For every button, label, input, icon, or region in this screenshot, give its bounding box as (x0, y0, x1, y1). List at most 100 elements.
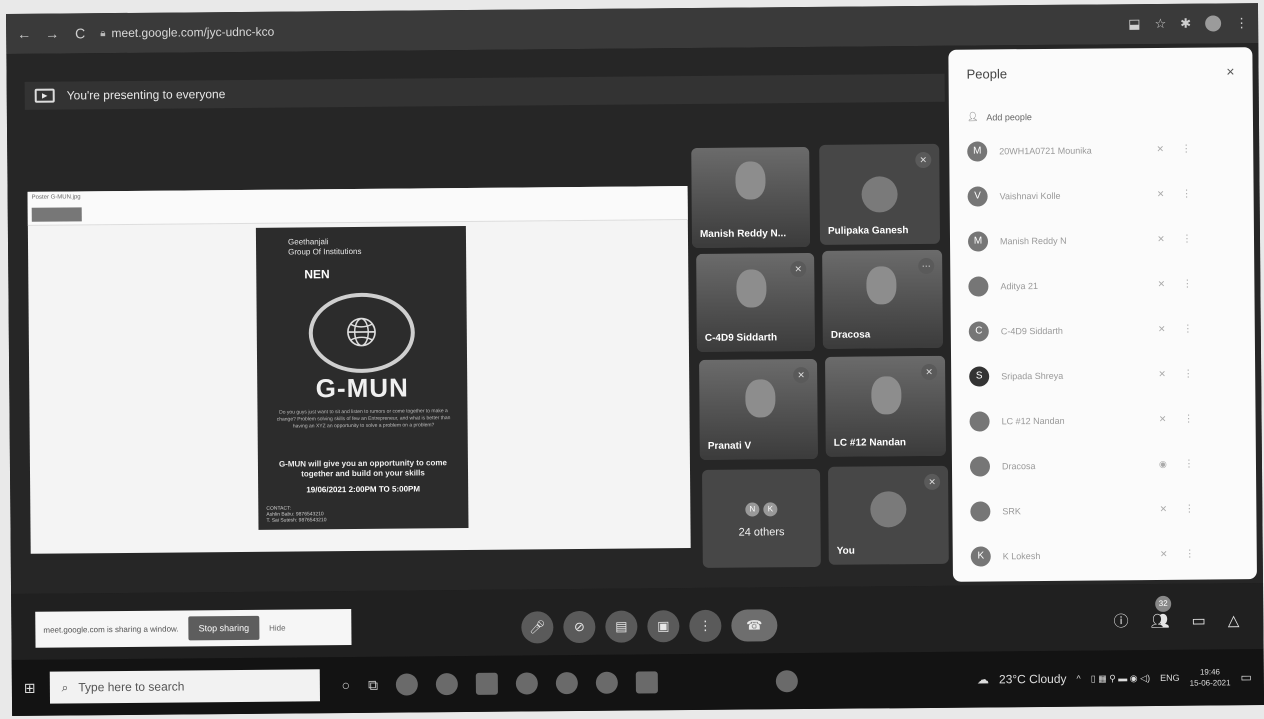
forward-button[interactable]: → (44, 26, 60, 42)
clock[interactable]: 19:46 15-06-2021 (1189, 666, 1231, 688)
more-options-icon[interactable]: ⋮ (1181, 144, 1191, 155)
participant-tile[interactable]: ✕ LC #12 Nandan (825, 355, 946, 457)
person-name: 20WH1A0721 Mounika (999, 145, 1092, 156)
cortana-icon[interactable]: ○ (342, 677, 351, 693)
mic-muted-icon: ✕ (921, 363, 938, 381)
cloud-icon: ☁︎ (976, 672, 990, 687)
avatar: C (968, 320, 989, 342)
clock-date: 15-06-2021 (1189, 678, 1231, 688)
back-button[interactable]: ← (16, 26, 32, 42)
app-icon[interactable] (595, 671, 619, 694)
weather-text[interactable]: 23°C Cloudy (999, 672, 1067, 687)
cast-icon[interactable]: ⬓ (1128, 16, 1140, 32)
list-item[interactable]: M 20WH1A0721 Mounika ✕ ⋮ (967, 126, 1235, 173)
taskbar-apps: ○ ⧉ (342, 670, 799, 696)
more-options-icon[interactable]: ⋮ (1183, 369, 1193, 380)
sharing-text: meet.google.com is sharing a window. (43, 624, 179, 635)
url-text: meet.google.com/jyc-udnc-kco (111, 24, 275, 41)
avatar (969, 455, 991, 477)
bookmark-star-icon[interactable]: ☆ (1154, 16, 1166, 32)
list-item[interactable]: Dracosa ◉ ⋮ (969, 441, 1238, 488)
list-item[interactable]: Aditya 21 ✕ ⋮ (968, 261, 1236, 308)
participant-tile[interactable]: ⋯ Dracosa (822, 249, 943, 349)
reload-button[interactable]: C (72, 25, 88, 41)
person-name: C-4D9 Siddarth (1000, 325, 1063, 336)
mic-toggle-button[interactable]: 🎤︎ (521, 611, 554, 644)
address-bar[interactable]: 🔒︎ meet.google.com/jyc-udnc-kco (100, 25, 274, 41)
info-icon[interactable]: ⓘ (1113, 610, 1128, 631)
person-name: K Lokesh (1002, 550, 1041, 561)
list-item[interactable]: M Manish Reddy N ✕ ⋮ (967, 216, 1236, 263)
person-name: LC #12 Nandan (1001, 415, 1065, 426)
more-options-icon[interactable]: ⋮ (1184, 459, 1194, 470)
poster-contact: CONTACT: Ashlin Babu: 9876543210 T. Sai … (266, 505, 327, 524)
stop-sharing-button[interactable]: Stop sharing (188, 615, 260, 641)
captions-button[interactable]: ▤ (605, 610, 638, 643)
more-options-icon[interactable]: ⋮ (1183, 324, 1193, 335)
app-icon[interactable] (435, 673, 459, 696)
mic-muted-icon: ✕ (1158, 368, 1166, 379)
tray-chevron-icon[interactable]: ^ (1076, 674, 1080, 684)
list-item[interactable]: LC #12 Nandan ✕ ⋮ (969, 396, 1237, 443)
mic-muted-icon: ✕ (915, 151, 932, 169)
list-item[interactable]: V Vaishnavi Kolle ✕ ⋮ (967, 171, 1235, 218)
more-options-button[interactable]: ⋮ (689, 609, 722, 643)
add-people-label: Add people (986, 111, 1032, 122)
person-name: Vaishnavi Kolle (999, 190, 1061, 201)
chrome-app-icon[interactable] (395, 673, 419, 696)
self-tile[interactable]: ✕ You (827, 465, 949, 565)
browser-menu-icon[interactable]: ⋮ (1235, 15, 1248, 31)
meeting-controls: meet.google.com is sharing a window. Sto… (11, 583, 1264, 660)
app-icon[interactable] (775, 670, 799, 693)
participant-name: Pulipaka Ganesh (827, 225, 909, 237)
extensions-icon[interactable]: ✱ (1180, 16, 1191, 32)
end-call-button[interactable]: ☎︎ (731, 609, 778, 642)
notifications-icon[interactable]: ▭ (1240, 670, 1251, 684)
list-item[interactable]: K K Lokesh ✕ ⋮ (970, 531, 1239, 578)
list-item[interactable]: SRK ✕ ⋮ (970, 486, 1238, 533)
list-item[interactable]: S Sripada Shreya ✕ ⋮ (969, 351, 1237, 398)
more-options-icon[interactable]: ⋮ (1182, 279, 1192, 290)
participant-tile[interactable]: ✕ Pranati V (699, 358, 818, 460)
chat-icon[interactable]: ▭ (1192, 611, 1206, 629)
camera-toggle-button[interactable]: ⊘ (563, 610, 596, 644)
participant-tile[interactable]: ✕ Pulipaka Ganesh (819, 143, 941, 245)
task-view-icon[interactable]: ⧉ (368, 676, 378, 693)
tray-icons[interactable]: ▯ ▦ ⚲ ▬ ◉ ◁) (1091, 673, 1150, 685)
opera-app-icon[interactable] (515, 672, 539, 695)
activities-icon[interactable]: △ (1228, 611, 1240, 629)
hide-button[interactable]: Hide (269, 623, 286, 632)
more-options-icon[interactable]: ⋮ (1184, 414, 1194, 425)
others-tile[interactable]: N K 24 others (702, 468, 821, 568)
browser-actions: ⬓ ☆ ✱ ⋮ (1128, 15, 1248, 32)
edge-app-icon[interactable] (555, 672, 579, 695)
close-icon[interactable]: × (1226, 63, 1234, 79)
more-options-icon[interactable]: ⋮ (1182, 234, 1192, 245)
person-name: Dracosa (1001, 460, 1036, 471)
list-item[interactable]: C C-4D9 Siddarth ✕ ⋮ (968, 306, 1237, 353)
mic-muted-icon: ✕ (924, 473, 941, 491)
present-screen-icon: ▶ (34, 88, 55, 103)
photos-app-icon[interactable] (635, 671, 659, 694)
more-options-icon[interactable]: ⋮ (1184, 504, 1194, 515)
present-button[interactable]: ▣ (647, 610, 680, 643)
participant-tile[interactable]: Manish Reddy N... (691, 146, 811, 249)
add-people-button[interactable]: 👤︎ Add people (967, 109, 1235, 122)
app-icon[interactable] (475, 672, 499, 695)
more-options-icon[interactable]: ⋮ (1185, 549, 1195, 560)
un-emblem-icon: 🌐︎ (308, 292, 416, 374)
participant-tile[interactable]: ✕ C-4D9 Siddarth (696, 252, 815, 352)
profile-avatar[interactable] (1205, 15, 1222, 32)
meet-stage: ▶ You're presenting to everyone Poster G… (6, 43, 1264, 594)
shared-window-toolbar: Poster G-MUN.jpg (27, 186, 688, 226)
more-options-icon[interactable]: ⋯ (918, 257, 935, 275)
taskbar-search[interactable]: ⌕ Type here to search (49, 669, 320, 704)
people-icon[interactable]: 👥︎ (1150, 611, 1169, 629)
call-controls: 🎤︎ ⊘ ▤ ▣ ⋮ ☎︎ (521, 609, 778, 644)
avatar: K (970, 545, 991, 567)
participant-name: C-4D9 Siddarth (704, 332, 778, 344)
windows-start-icon[interactable]: ⊞ (24, 679, 36, 696)
person-name: SRK (1002, 505, 1021, 516)
language-indicator[interactable]: ENG (1160, 673, 1180, 683)
more-options-icon[interactable]: ⋮ (1182, 189, 1192, 200)
